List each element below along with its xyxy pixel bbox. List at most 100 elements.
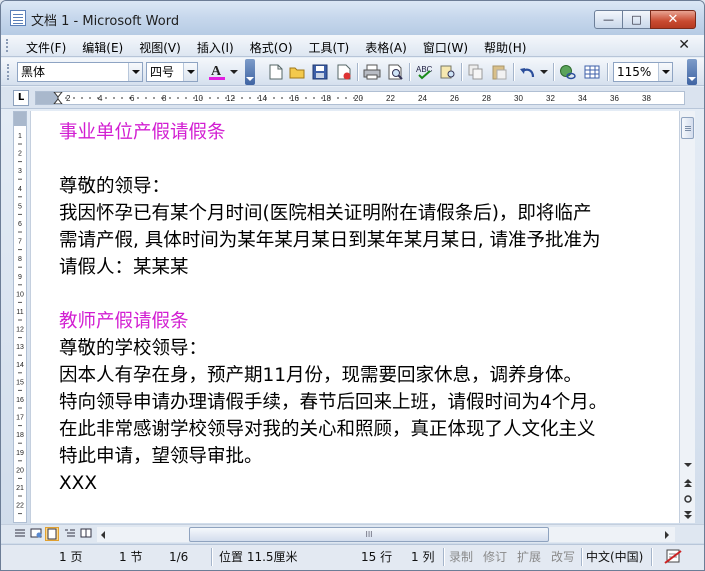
- ruler-number: 2: [66, 94, 71, 103]
- vertical-ruler-number: 1: [18, 133, 22, 140]
- next-page-button[interactable]: [680, 507, 696, 523]
- chevron-down-icon[interactable]: [658, 63, 672, 81]
- ruler-number: 26: [450, 94, 459, 103]
- status-bar: 1 页 1 节 1/6 位置 11.5厘米 15 行 1 列 录制 修订 扩展 …: [1, 544, 704, 570]
- font-color-dropdown[interactable]: [229, 63, 239, 81]
- menu-grip[interactable]: [6, 39, 9, 52]
- menu-tools[interactable]: 工具(T): [309, 38, 350, 57]
- document-title-2: 教师产假请假条: [59, 311, 189, 332]
- scroll-left-arrow[interactable]: [97, 527, 109, 542]
- vertical-scrollbar[interactable]: [679, 111, 695, 523]
- scroll-down-arrow[interactable]: [680, 457, 696, 473]
- spelling-check-icon: ABC: [416, 65, 433, 80]
- ruler-number: 10: [194, 94, 203, 103]
- close-window-button[interactable]: ✕: [650, 10, 696, 29]
- toolbar-options-button[interactable]: [687, 59, 697, 85]
- outline-view-button[interactable]: [63, 527, 77, 541]
- research-button[interactable]: [439, 63, 457, 81]
- status-language[interactable]: 中文(中国): [586, 548, 643, 566]
- close-document-button[interactable]: ✕: [678, 37, 690, 53]
- horizontal-ruler[interactable]: 2 4 6 8 10 12 14 16 18 20 22 24 26 28 30 32 34 36 38: [35, 91, 685, 105]
- print-button[interactable]: [363, 63, 381, 81]
- menu-edit[interactable]: 编辑(E): [82, 38, 123, 57]
- tab-selector-button[interactable]: L: [13, 90, 29, 106]
- status-overtype[interactable]: 改写: [551, 548, 575, 566]
- ruler-number: 22: [386, 94, 395, 103]
- menu-view[interactable]: 视图(V): [139, 38, 181, 57]
- svg-text:ABC: ABC: [416, 65, 433, 74]
- formatting-toolbar: 黑体 四号 A ABC 115%: [1, 58, 704, 86]
- permission-icon: [337, 64, 351, 80]
- ruler-number: 14: [258, 94, 267, 103]
- menu-table[interactable]: 表格(A): [365, 38, 407, 57]
- menu-insert[interactable]: 插入(I): [197, 38, 234, 57]
- toolbar-separator: [357, 63, 358, 81]
- double-up-icon: [684, 479, 692, 487]
- scroll-right-arrow[interactable]: [661, 527, 673, 542]
- vertical-ruler-number: 21: [16, 485, 24, 492]
- signature-1: 请假人：某某某: [59, 257, 189, 278]
- vertical-ruler-number: 10: [16, 291, 24, 298]
- undo-dropdown[interactable]: [539, 63, 549, 81]
- vertical-ruler-number: 18: [16, 432, 24, 439]
- web-layout-view-button[interactable]: [29, 527, 43, 541]
- vertical-ruler[interactable]: 1 2 3 4 5 6 7 8 9 10 11 12 13 14 15 16 17 18 19 20 21 22: [13, 111, 27, 523]
- previous-page-button[interactable]: [680, 475, 696, 491]
- ruler-number: 36: [610, 94, 619, 103]
- body-line-2: 需请产假, 具体时间为某年某月某日到某年某月某日, 请准予批准为: [59, 230, 601, 251]
- status-extend-selection[interactable]: 扩展: [517, 548, 541, 566]
- title-bar: 文档 1 - Microsoft Word — □ ✕: [1, 1, 704, 35]
- spelling-button[interactable]: ABC: [415, 63, 433, 81]
- menu-format[interactable]: 格式(O): [250, 38, 293, 57]
- spelling-status-button[interactable]: [663, 549, 685, 567]
- chevron-down-icon[interactable]: [128, 63, 142, 81]
- menu-file[interactable]: 文件(F): [26, 38, 66, 57]
- document-body[interactable]: 事业单位产假请假条 尊敬的领导： 我因怀孕已有某个月时间(医院相关证明附在请假条…: [59, 119, 679, 497]
- font-name-combo[interactable]: 黑体: [17, 62, 143, 82]
- horizontal-scroll-thumb[interactable]: III: [189, 527, 549, 542]
- undo-button[interactable]: [519, 63, 537, 81]
- normal-view-button[interactable]: [13, 527, 27, 541]
- minimize-button[interactable]: —: [594, 10, 623, 29]
- status-separator: [651, 548, 652, 566]
- permission-button[interactable]: [335, 63, 353, 81]
- print-preview-button[interactable]: [387, 63, 405, 81]
- print-layout-view-button[interactable]: [45, 527, 59, 541]
- paste-button[interactable]: [491, 63, 509, 81]
- zoom-combo[interactable]: 115%: [613, 62, 673, 82]
- maximize-button[interactable]: □: [622, 10, 651, 29]
- font-size-combo[interactable]: 四号: [146, 62, 198, 82]
- word-window: 文档 1 - Microsoft Word — □ ✕ 文件(F) 编辑(E) …: [0, 0, 705, 571]
- insert-hyperlink-button[interactable]: [559, 63, 577, 81]
- select-browse-object-button[interactable]: [680, 491, 696, 507]
- vertical-scroll-thumb[interactable]: [681, 117, 694, 139]
- maximize-icon: □: [631, 13, 642, 26]
- minimize-icon: —: [603, 13, 614, 26]
- toolbar-options-button[interactable]: [245, 59, 255, 85]
- menu-window[interactable]: 窗口(W): [423, 38, 468, 57]
- status-record-macro[interactable]: 录制: [449, 548, 473, 566]
- new-document-button[interactable]: [267, 63, 285, 81]
- vertical-ruler-number: 16: [16, 397, 24, 404]
- spelling-status-icon: [664, 549, 682, 564]
- document-area[interactable]: 事业单位产假请假条 尊敬的领导： 我因怀孕已有某个月时间(医院相关证明附在请假条…: [30, 111, 679, 523]
- menu-help[interactable]: 帮助(H): [484, 38, 526, 57]
- reading-layout-view-button[interactable]: [79, 527, 93, 541]
- toolbar-grip[interactable]: [7, 64, 9, 80]
- toolbar-separator: [607, 63, 608, 81]
- status-track-changes[interactable]: 修订: [483, 548, 507, 566]
- top-margin-area: [14, 112, 26, 126]
- chevron-down-icon[interactable]: [183, 63, 197, 81]
- horizontal-scrollbar[interactable]: III: [97, 527, 675, 542]
- font-color-button[interactable]: A: [206, 63, 228, 81]
- insert-table-button[interactable]: [583, 63, 601, 81]
- open-button[interactable]: [289, 63, 307, 81]
- copy-button[interactable]: [467, 63, 485, 81]
- vertical-ruler-number: 19: [16, 450, 24, 457]
- double-down-icon: [684, 511, 692, 519]
- save-button[interactable]: [311, 63, 329, 81]
- ruler-number: 28: [482, 94, 491, 103]
- paste-icon: [492, 65, 507, 80]
- status-position: 位置 11.5厘米: [219, 550, 298, 564]
